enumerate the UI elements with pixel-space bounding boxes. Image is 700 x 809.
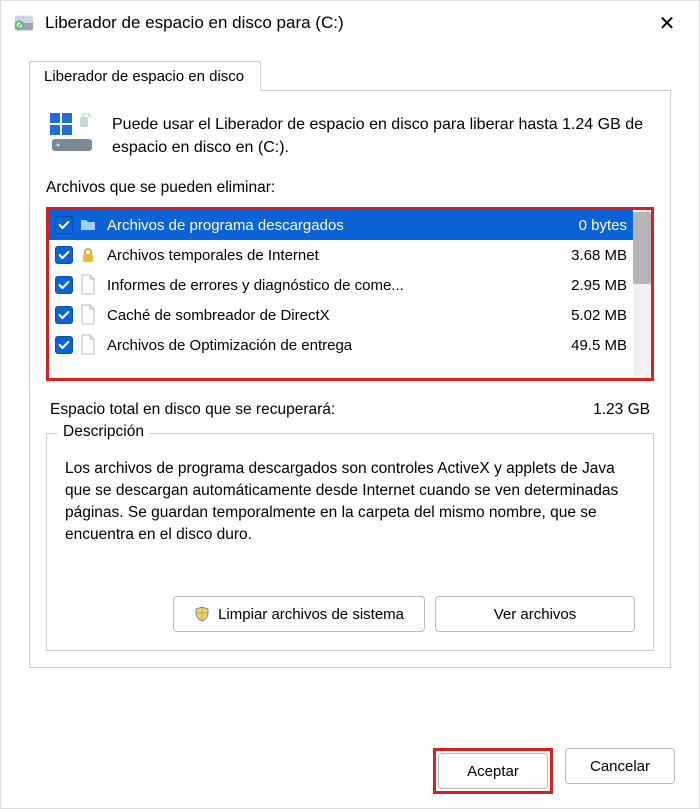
file-row[interactable]: Informes de errores y diagnóstico de com… (49, 270, 633, 300)
file-row[interactable]: Archivos de Optimización de entrega 49.5 … (49, 330, 633, 360)
description-heading: Descripción (57, 423, 150, 441)
file-list[interactable]: Archivos de programa descargados0 bytesA… (49, 210, 633, 378)
file-name: Caché de sombreador de DirectX (107, 307, 563, 324)
checkbox[interactable] (55, 216, 73, 234)
file-name: Archivos de programa descargados (107, 217, 571, 234)
dialog-body: Liberador de espacio en disco (1, 45, 699, 684)
description-text: Los archivos de programa descargados son… (65, 458, 635, 588)
checkbox[interactable] (55, 246, 73, 264)
lock-icon (79, 244, 97, 266)
checkbox[interactable] (55, 306, 73, 324)
window-title: Liberador de espacio en disco para (C:) (45, 13, 647, 33)
scrollbar-thumb[interactable] (633, 212, 651, 284)
accept-button[interactable]: Aceptar (438, 753, 548, 789)
file-row[interactable]: Caché de sombreador de DirectX 5.02 MB (49, 300, 633, 330)
file-icon (79, 274, 97, 296)
total-row: Espacio total en disco que se recuperará… (50, 401, 650, 419)
file-size: 0 bytes (579, 217, 627, 234)
file-list-highlight: Archivos de programa descargados0 bytesA… (46, 207, 654, 381)
close-icon[interactable]: ✕ (647, 11, 687, 36)
checkbox[interactable] (55, 276, 73, 294)
description-buttons: Limpiar archivos de sistema Ver archivos (65, 596, 635, 632)
tab-panel: Puede usar el Liberador de espacio en di… (29, 90, 671, 668)
accept-highlight: Aceptar (433, 748, 553, 794)
total-label: Espacio total en disco que se recuperará… (50, 401, 335, 419)
intro-block: Puede usar el Liberador de espacio en di… (50, 113, 650, 159)
file-size: 2.95 MB (571, 277, 627, 294)
file-icon (79, 304, 97, 326)
file-size: 3.68 MB (571, 247, 627, 264)
intro-text: Puede usar el Liberador de espacio en di… (112, 113, 650, 159)
disk-cleanup-icon (13, 12, 35, 34)
tab-disk-cleanup[interactable]: Liberador de espacio en disco (29, 61, 261, 91)
shield-icon (194, 606, 210, 622)
clean-system-files-button[interactable]: Limpiar archivos de sistema (173, 596, 425, 632)
cancel-label: Cancelar (590, 758, 650, 775)
files-label: Archivos que se pueden eliminar: (46, 179, 654, 197)
file-row[interactable]: Archivos de programa descargados 0 bytes (49, 210, 633, 240)
file-name: Archivos temporales de Internet (107, 247, 563, 264)
folder-icon (79, 214, 97, 236)
file-icon (79, 334, 97, 356)
scrollbar[interactable] (633, 210, 651, 378)
checkbox[interactable] (55, 336, 73, 354)
file-name: Archivos de Optimización de entrega (107, 337, 563, 354)
file-row[interactable]: Archivos temporales de Internet 3.68 MB (49, 240, 633, 270)
file-size: 5.02 MB (571, 307, 627, 324)
clean-system-files-label: Limpiar archivos de sistema (218, 606, 404, 623)
tab-strip: Liberador de espacio en disco (29, 61, 671, 91)
accept-label: Aceptar (467, 763, 519, 780)
file-size: 49.5 MB (571, 337, 627, 354)
view-files-label: Ver archivos (494, 606, 577, 623)
file-name: Informes de errores y diagnóstico de com… (107, 277, 563, 294)
dialog-window: Liberador de espacio en disco para (C:) … (0, 0, 700, 809)
description-group: Descripción Los archivos de programa des… (46, 433, 654, 651)
total-value: 1.23 GB (593, 401, 650, 419)
dialog-footer: Aceptar Cancelar (1, 734, 699, 808)
titlebar: Liberador de espacio en disco para (C:) … (1, 1, 699, 45)
view-files-button[interactable]: Ver archivos (435, 596, 635, 632)
cancel-button[interactable]: Cancelar (565, 748, 675, 784)
cleanup-large-icon (50, 113, 96, 157)
